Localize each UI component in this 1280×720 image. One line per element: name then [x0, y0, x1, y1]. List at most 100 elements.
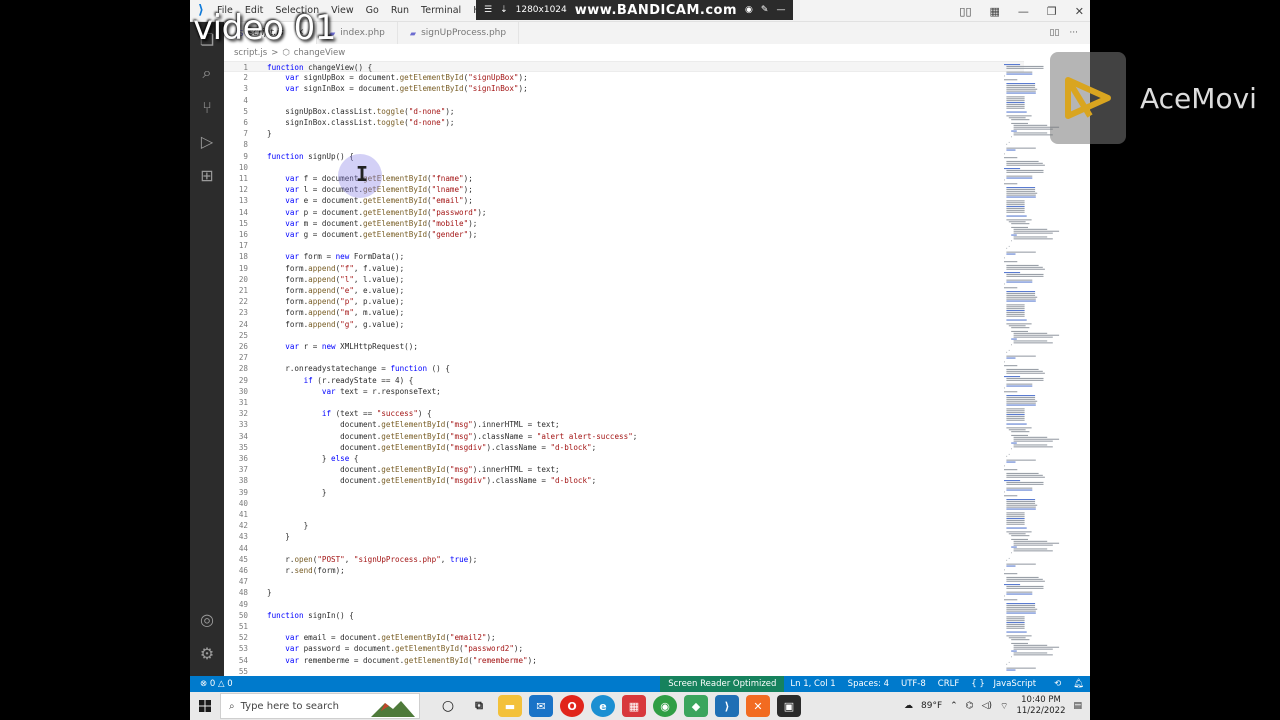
menu-item-go[interactable]: Go [365, 5, 380, 16]
language-mode[interactable]: { } JavaScript [965, 679, 1048, 689]
code-line[interactable]: 28 r.onreadystatechange = function () { [224, 363, 1024, 374]
run-debug-icon[interactable]: ▷ [190, 124, 224, 158]
source-control-icon[interactable]: ⑂ [190, 90, 224, 124]
code-line[interactable]: 37 document.getElementById("msg").innerH… [224, 464, 1024, 475]
menu-item-run[interactable]: Run [390, 5, 410, 16]
code-line[interactable]: 29 if (r.readyState == 4) { [224, 375, 1024, 386]
minimize-icon[interactable]: — [776, 5, 785, 15]
taskbar-clock[interactable]: 10:40 PM 11/22/2022 [1016, 695, 1065, 717]
opera-browser-icon[interactable]: O [560, 695, 584, 717]
code-line[interactable]: 7} [224, 128, 1024, 139]
code-line[interactable]: 26 var r = new XMLHttpRequest(); [224, 341, 1024, 352]
code-line[interactable]: 50 function signIn() { [224, 610, 1024, 621]
camera-icon[interactable]: ◉ [745, 5, 753, 15]
mail-icon[interactable]: ✉ [529, 695, 553, 717]
code-line[interactable]: 30 var text = r.responseText; [224, 386, 1024, 397]
taskbar-search-input[interactable]: ⌕ Type here to search [220, 693, 420, 719]
breadcrumb-symbol[interactable]: changeView [294, 48, 345, 58]
chrome-browser-icon[interactable]: ◉ [653, 695, 677, 717]
code-line[interactable]: 14 var p = document.getElementById("pass… [224, 207, 1024, 218]
code-line[interactable]: 23 form.append("m", m.value); [224, 307, 1024, 318]
code-line[interactable]: 35 document.getElementById("msgdiv").cla… [224, 442, 1024, 453]
code-line[interactable]: 54 var rememberme = document.getElementB… [224, 655, 1024, 666]
code-line[interactable]: 42 } [224, 520, 1024, 531]
notification-center-icon[interactable]: ▤ [1073, 701, 1082, 711]
code-line[interactable]: 38 document.getElementById("msgdiv").cla… [224, 475, 1024, 486]
code-line[interactable]: 19 form.append("f", f.value); [224, 263, 1024, 274]
menu-item-terminal[interactable]: Terminal [420, 5, 462, 16]
vscode-taskbar-icon[interactable]: ⟩ [715, 695, 739, 717]
window-minimize-button[interactable]: — [1018, 5, 1029, 18]
notifications-bell-icon[interactable]: 🔔︎ [1067, 679, 1090, 689]
code-line[interactable]: 45 r.open("POST", "signUpProcess.php", t… [224, 554, 1024, 565]
code-line[interactable]: 36 } else { [224, 453, 1024, 464]
breadcrumb-file[interactable]: script.js [234, 48, 267, 58]
minimap[interactable] [1000, 60, 1080, 676]
xampp-icon[interactable]: ✕ [746, 695, 770, 717]
code-line[interactable]: 53 var password = document.getElementByI… [224, 643, 1024, 654]
code-line[interactable]: 6 signInBox.classList.toggle("d-none"); [224, 117, 1024, 128]
code-line[interactable]: 44 [224, 543, 1024, 554]
window-close-button[interactable]: ✕ [1075, 5, 1084, 18]
indentation-status[interactable]: Spaces: 4 [842, 679, 895, 689]
code-line[interactable]: 43 } [224, 531, 1024, 542]
problems-indicator[interactable]: ⊗ 0 △ 0 [200, 679, 233, 689]
code-line[interactable]: 13 var e = document.getElementById("emai… [224, 195, 1024, 206]
task-view-icon[interactable]: ⧉ [467, 695, 491, 717]
code-line[interactable]: 27 [224, 352, 1024, 363]
more-actions-icon[interactable]: ··· [1069, 28, 1078, 38]
terminal-app-icon[interactable]: ▣ [777, 695, 801, 717]
tab-signupprocess-php[interactable]: ▰ signUpProcess.php [398, 22, 520, 44]
pin-icon[interactable]: ⇣ [500, 5, 508, 15]
split-editor-icon[interactable]: ▯▯ [1050, 28, 1060, 38]
code-line[interactable]: 46 r.send(form); [224, 565, 1024, 576]
network-icon[interactable]: ⌬ [966, 701, 974, 711]
code-line[interactable]: 18 var form = new FormData(); [224, 251, 1024, 262]
account-icon[interactable]: ◎ [190, 602, 224, 636]
code-line[interactable]: 21 form.append("e", e.value); [224, 285, 1024, 296]
show-hidden-icons-chevron-icon[interactable]: ⌃ [950, 701, 958, 711]
edge-browser-icon[interactable]: e [591, 695, 615, 717]
code-line[interactable]: 4 [224, 95, 1024, 106]
window-restore-button[interactable]: ❐ [1047, 5, 1057, 18]
weather-temperature[interactable]: 89°F [921, 701, 942, 711]
code-line[interactable]: 33 document.getElementById("msg").innerH… [224, 419, 1024, 430]
extensions-icon[interactable]: ⊞ [190, 158, 224, 192]
code-line[interactable]: 22 form.append("p", p.value); [224, 296, 1024, 307]
layout-panel-icon[interactable]: ▯▯ [959, 5, 971, 18]
cursor-position[interactable]: Ln 1, Col 1 [784, 679, 841, 689]
code-line[interactable]: 16 var g = document.getElementById("gend… [224, 229, 1024, 240]
code-line[interactable]: 52 var email = document.getElementById("… [224, 632, 1024, 643]
eol-status[interactable]: CRLF [932, 679, 965, 689]
code-line[interactable]: 49 [224, 599, 1024, 610]
file-explorer-icon[interactable]: ▬ [498, 695, 522, 717]
code-editor[interactable]: 55 54 var rememberme = document.getElemen… [224, 60, 1024, 676]
code-line[interactable]: 39 } [224, 487, 1024, 498]
layout-grid-icon[interactable]: ▦ [990, 5, 1000, 18]
code-line[interactable]: 31 [224, 397, 1024, 408]
code-line[interactable]: 8 [224, 139, 1024, 150]
green-app-icon[interactable]: ◆ [684, 695, 708, 717]
code-line[interactable]: 41 [224, 509, 1024, 520]
calendar-icon[interactable]: ▦ [622, 695, 646, 717]
settings-gear-icon[interactable]: ⚙ [190, 636, 224, 670]
code-line[interactable]: 15 var m = document.getElementById("mobi… [224, 218, 1024, 229]
code-line[interactable]: 2 var signUpBox = document.getElementByI… [224, 72, 1024, 83]
code-line[interactable]: 40 [224, 498, 1024, 509]
code-line[interactable]: 25 [224, 330, 1024, 341]
windows-start-button[interactable] [190, 692, 220, 720]
volume-icon[interactable]: ◁) [982, 701, 992, 711]
pencil-icon[interactable]: ✎ [761, 5, 769, 15]
code-line[interactable]: 5 signUpBox.classList.toggle("d-none"); [224, 106, 1024, 117]
code-line[interactable]: 55 [224, 666, 1024, 676]
code-line[interactable]: 24 form.append("g", g.value); [224, 319, 1024, 330]
code-line[interactable]: 48} [224, 587, 1024, 598]
code-line[interactable]: 51 [224, 621, 1024, 632]
code-line[interactable]: 3 var signInBox = document.getElementByI… [224, 83, 1024, 94]
code-line[interactable]: 17 [224, 240, 1024, 251]
code-line[interactable]: 34 document.getElementById("msg").classN… [224, 431, 1024, 442]
code-line[interactable]: 1 function changeView() { [224, 61, 1024, 73]
code-line[interactable]: 20 form.append("l", l.value); [224, 274, 1024, 285]
cortana-circle-icon[interactable]: ○ [436, 695, 460, 717]
screen-reader-status[interactable]: Screen Reader Optimized [660, 676, 785, 692]
